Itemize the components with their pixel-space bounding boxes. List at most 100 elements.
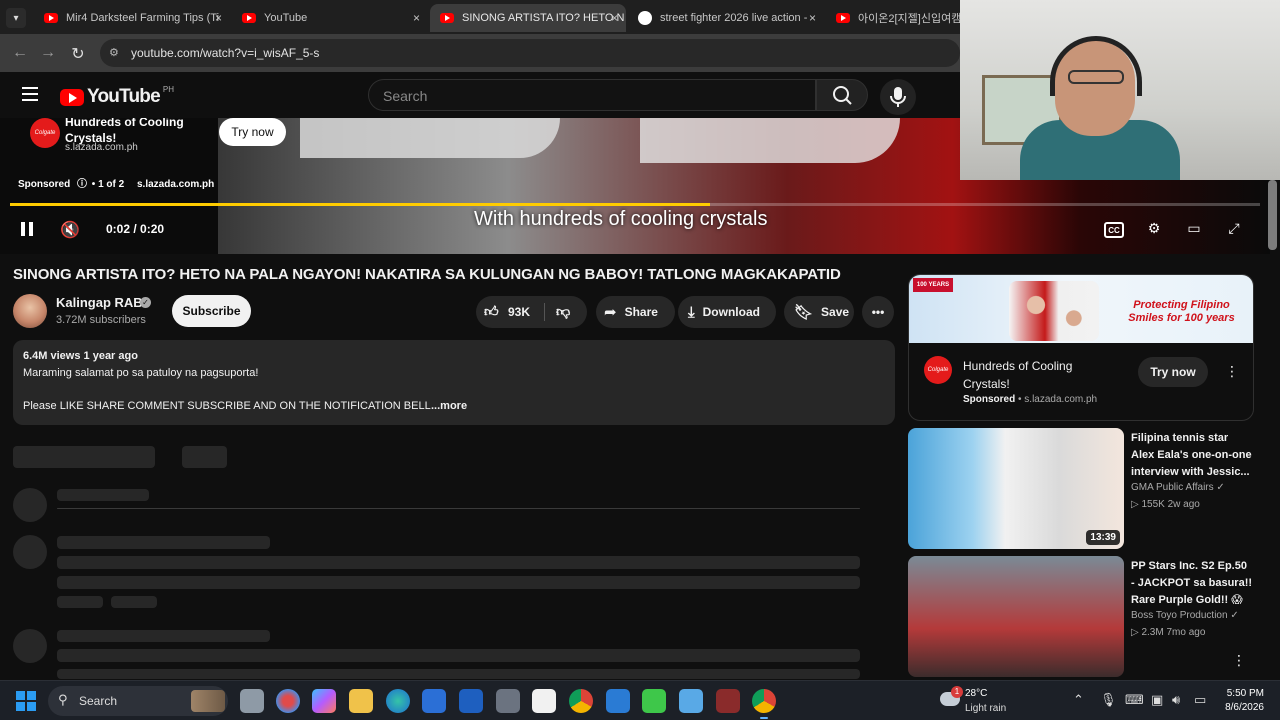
chrome-active-icon[interactable]: [752, 689, 776, 719]
network-icon[interactable]: ▣: [1151, 692, 1163, 708]
description-line: Maraming salamat po sa patuloy na pagsup…: [23, 367, 259, 379]
more-horizontal-icon: •••: [871, 305, 885, 319]
channel-name[interactable]: Boss Toyo Production ✓: [1131, 610, 1239, 621]
youtube-icon: [44, 13, 58, 23]
back-arrow-icon[interactable]: ←: [10, 44, 30, 62]
keyboard-icon[interactable]: ⌨: [1125, 692, 1144, 708]
clock-time[interactable]: 5:50 PM: [1226, 688, 1264, 699]
channel-name[interactable]: Kalingap RAB: [56, 295, 143, 310]
ad-card-domain: • s.lazada.com.ph: [1018, 394, 1098, 405]
forward-arrow-icon[interactable]: →: [38, 44, 58, 62]
close-icon[interactable]: ×: [413, 11, 420, 25]
recommended-video[interactable]: PP Stars Inc. S2 Ep.50 - JACKPOT sa basu…: [908, 556, 1254, 678]
share-button[interactable]: ➦ Share: [596, 296, 675, 328]
clock-date[interactable]: 8/6/2026: [1212, 702, 1264, 713]
text-skeleton: [57, 556, 860, 569]
sort-skeleton: [182, 446, 227, 468]
browser-tab[interactable]: street fighter 2026 live action - ×: [628, 4, 824, 32]
edge-icon[interactable]: [386, 689, 410, 713]
browser-tab[interactable]: YouTube ×: [232, 4, 428, 32]
logo-text: YouTube: [87, 86, 161, 107]
recommended-video[interactable]: 13:39 Filipina tennis star Alex Eala's o…: [908, 428, 1254, 550]
description-box[interactable]: 6.4M views 1 year ago Maraming salamat p…: [13, 340, 895, 425]
volume-icon[interactable]: 🔊︎: [1172, 692, 1180, 708]
youtube-icon: [440, 13, 454, 23]
app-icon[interactable]: [496, 689, 520, 713]
windows-start-icon[interactable]: [16, 691, 36, 711]
sponsor-domain[interactable]: s.lazada.com.ph: [137, 179, 214, 190]
weather-widget[interactable]: 1 28°C Light rain: [938, 686, 1038, 716]
channel-avatar[interactable]: [13, 294, 47, 328]
store-icon[interactable]: [422, 689, 446, 713]
ad-card-title[interactable]: Hundreds of Cooling Crystals!: [963, 357, 1113, 393]
tab-title: Mir4 Darksteel Farming Tips (Ti: [66, 12, 220, 24]
chrome-icon[interactable]: [569, 689, 593, 713]
play-count-icon: ▷: [1131, 499, 1142, 510]
like-count[interactable]: 93K: [508, 305, 530, 319]
taskbar-search-input[interactable]: ⚲ Search: [48, 686, 228, 716]
channel-name-text: GMA Public Affairs: [1131, 482, 1214, 493]
search-input[interactable]: Search: [368, 79, 816, 111]
page-scrollbar[interactable]: [1268, 180, 1277, 250]
browser-tab[interactable]: 아이온2[지젤]신입여캠 l: [826, 4, 966, 32]
mail-icon[interactable]: [459, 689, 483, 713]
pause-icon[interactable]: [20, 222, 34, 236]
download-button[interactable]: ⤓ Download: [678, 296, 776, 328]
ad-card-try-now-button[interactable]: Try now: [1138, 357, 1208, 387]
url-input[interactable]: ⚙ youtube.com/watch?v=i_wisAF_5-s: [100, 39, 960, 67]
youtube-logo[interactable]: YouTube PH: [60, 85, 174, 108]
notepad-icon[interactable]: [679, 689, 703, 713]
video-title[interactable]: Filipina tennis star Alex Eala's one-on-…: [1131, 430, 1253, 481]
search-button[interactable]: [816, 79, 868, 111]
mute-icon[interactable]: 🔇: [60, 220, 80, 240]
progress-bar[interactable]: [10, 203, 1260, 206]
task-view-icon[interactable]: [240, 689, 264, 713]
show-more-link[interactable]: ...more: [431, 400, 467, 412]
like-icon[interactable]: 👍︎: [484, 303, 499, 320]
settings-gear-icon[interactable]: ⚙: [1144, 220, 1164, 238]
more-vertical-icon[interactable]: ⋮: [1232, 652, 1246, 669]
tab-title: 아이온2[지젤]신입여캠 l: [858, 13, 966, 25]
voice-search-button[interactable]: [880, 79, 916, 115]
more-vertical-icon[interactable]: ⋮: [1225, 363, 1239, 380]
close-icon[interactable]: ×: [611, 11, 618, 25]
app-icon[interactable]: [642, 689, 666, 713]
video-thumbnail[interactable]: 13:39: [908, 428, 1124, 549]
video-thumbnail[interactable]: [908, 556, 1124, 677]
menu-icon[interactable]: [22, 87, 38, 101]
theater-mode-icon[interactable]: ▭: [1184, 220, 1204, 238]
captions-icon[interactable]: CC: [1104, 222, 1124, 238]
browser-tab-active[interactable]: SINONG ARTISTA ITO? HETO N ×: [430, 4, 626, 32]
microphone-icon[interactable]: 🎙︎: [1100, 692, 1117, 708]
subscribe-button[interactable]: Subscribe: [172, 295, 251, 327]
ad-banner-image[interactable]: 100 YEARS Protecting Filipino Smiles for…: [909, 275, 1253, 343]
channel-name[interactable]: GMA Public Affairs ✓: [1131, 482, 1225, 493]
app-icon[interactable]: [606, 689, 630, 713]
search-icon: ⚲: [58, 692, 68, 707]
site-info-icon[interactable]: ⚙: [109, 46, 123, 60]
video-title: SINONG ARTISTA ITO? HETO NA PALA NGAYON!…: [13, 266, 841, 283]
ad-try-now-button[interactable]: Try now: [219, 118, 286, 146]
save-button[interactable]: 🔖︎ Save: [784, 296, 854, 328]
battery-icon[interactable]: ▭: [1194, 692, 1206, 708]
reload-icon[interactable]: ↻: [68, 44, 88, 64]
video-title[interactable]: PP Stars Inc. S2 Ep.50 - JACKPOT sa basu…: [1131, 558, 1253, 609]
close-icon[interactable]: ×: [215, 11, 222, 25]
youtube-header: YouTube PH Search: [0, 72, 960, 118]
app-icon[interactable]: [716, 689, 740, 713]
capcut-icon[interactable]: [532, 689, 556, 713]
app-icon[interactable]: [276, 689, 300, 713]
advertiser-logo[interactable]: Colgate: [924, 356, 952, 384]
info-icon[interactable]: ⓘ: [77, 179, 87, 190]
fullscreen-icon[interactable]: ⤢: [1224, 220, 1244, 238]
dislike-icon[interactable]: 👎︎: [556, 303, 570, 320]
copilot-icon[interactable]: [312, 689, 336, 713]
tab-search-button[interactable]: ▾: [6, 8, 26, 28]
close-icon[interactable]: ×: [809, 11, 816, 25]
more-actions-button[interactable]: •••: [862, 296, 894, 328]
file-explorer-icon[interactable]: [349, 689, 373, 713]
ad-domain[interactable]: s.lazada.com.ph: [65, 142, 138, 153]
browser-tab[interactable]: Mir4 Darksteel Farming Tips (Ti ×: [34, 4, 230, 32]
sidebar-ad-card[interactable]: 100 YEARS Protecting Filipino Smiles for…: [908, 274, 1254, 421]
chevron-up-icon[interactable]: ⌃: [1073, 692, 1084, 708]
